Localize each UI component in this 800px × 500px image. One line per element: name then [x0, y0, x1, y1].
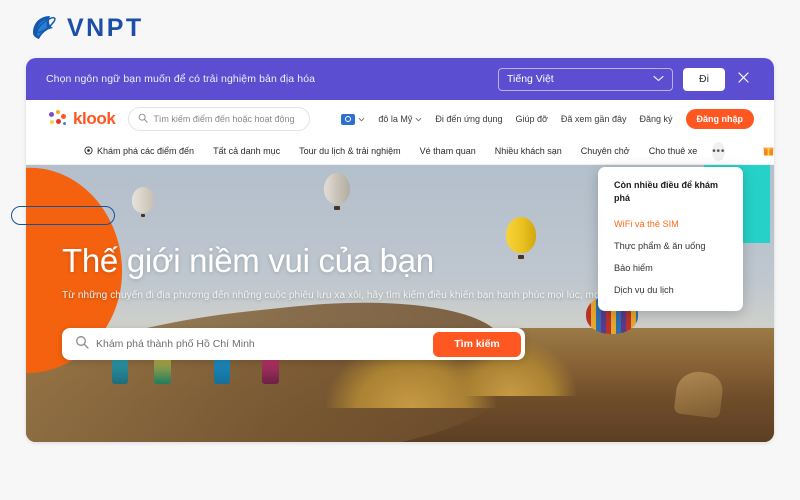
- vnpt-brand: VNPT: [28, 13, 144, 43]
- dropdown-item-travel-services[interactable]: Dịch vụ du lịch: [598, 279, 743, 301]
- menu-item-all-categories[interactable]: Tất cả danh mục: [213, 146, 280, 156]
- dropdown-item-food-drink[interactable]: Thực phẩm & ăn uống: [598, 235, 743, 257]
- currency-selector[interactable]: đô la Mỹ: [378, 114, 422, 124]
- chevron-down-icon: [653, 73, 664, 85]
- nav-item-help[interactable]: Giúp đỡ: [516, 114, 548, 124]
- nav-item-signup[interactable]: Đăng ký: [639, 114, 672, 124]
- language-banner: Chọn ngôn ngữ bạn muốn để có trải nghiệm…: [26, 58, 774, 100]
- language-go-button[interactable]: Đi: [683, 68, 725, 91]
- hero-search-button[interactable]: Tìm kiếm: [433, 332, 521, 357]
- hero-search-placeholder: Khám phá thành phố Hồ Chí Minh: [96, 338, 255, 350]
- header-search-input[interactable]: Tìm kiếm điểm đến hoặc hoạt động: [128, 107, 310, 131]
- header-nav: đô la Mỹ Đi đến ứng dụng Giúp đỡ Đã xem …: [341, 109, 754, 129]
- search-icon: [138, 113, 148, 125]
- category-menu: Khám phá các điểm đến Tất cả danh mục To…: [26, 138, 774, 165]
- klook-logo[interactable]: klook: [48, 109, 115, 129]
- menu-item-label: Khám phá các điểm đến: [97, 146, 194, 156]
- gift-icon: [763, 145, 774, 158]
- location-pin-icon: [84, 146, 93, 157]
- hot-air-balloon: [132, 187, 154, 220]
- language-banner-message: Chọn ngôn ngữ bạn muốn để có trải nghiệm…: [46, 73, 315, 85]
- more-categories-dropdown: Còn nhiều điều để khám phá WiFi và thẻ S…: [598, 167, 743, 311]
- region-selector[interactable]: [341, 114, 365, 125]
- klook-logo-text: klook: [73, 109, 115, 129]
- header-search-placeholder: Tìm kiếm điểm đến hoặc hoạt động: [153, 114, 294, 124]
- close-icon[interactable]: [735, 71, 752, 87]
- nav-item-recently-viewed[interactable]: Đã xem gần đây: [561, 114, 627, 124]
- menu-item-tours[interactable]: Tour du lịch & trải nghiệm: [299, 146, 401, 156]
- vnpt-brand-name: VNPT: [67, 14, 144, 43]
- globe-icon: [341, 114, 355, 125]
- menu-item-attraction-tickets[interactable]: Vé tham quan: [420, 146, 476, 156]
- hot-air-balloon: [324, 173, 350, 213]
- nav-item-app[interactable]: Đi đến ứng dụng: [435, 114, 502, 124]
- klook-logo-dots-icon: [48, 110, 68, 128]
- dropdown-heading: Còn nhiều điều để khám phá: [598, 179, 743, 213]
- language-select[interactable]: Tiếng Việt: [498, 68, 673, 91]
- dropdown-item-insurance[interactable]: Bảo hiểm: [598, 257, 743, 279]
- menu-item-car-rental[interactable]: Cho thuê xe: [649, 146, 698, 156]
- menu-item-explore-destinations[interactable]: Khám phá các điểm đến: [84, 146, 194, 157]
- more-menu-button[interactable]: •••: [712, 142, 725, 161]
- menu-item-hotels[interactable]: Nhiều khách sạn: [495, 146, 562, 156]
- search-icon: [75, 335, 89, 354]
- currency-label: đô la Mỹ: [378, 114, 412, 124]
- menu-item-gift-card[interactable]: Thẻ quà tặng: [763, 145, 774, 158]
- page-root: VNPT Chọn ngôn ngữ bạn muốn để có trải n…: [0, 0, 800, 500]
- menu-item-transport[interactable]: Chuyên chở: [581, 146, 630, 156]
- dropdown-item-wifi-sim[interactable]: WiFi và thẻ SIM: [598, 213, 743, 235]
- site-header: klook Tìm kiếm điểm đến hoặc hoạt động đ…: [26, 100, 774, 138]
- language-select-value: Tiếng Việt: [507, 73, 554, 85]
- hero-search-bar[interactable]: Khám phá thành phố Hồ Chí Minh Tìm kiếm: [62, 328, 525, 360]
- vnpt-comet-icon: [28, 13, 58, 43]
- login-button[interactable]: Đăng nhập: [686, 109, 755, 129]
- language-banner-controls: Tiếng Việt Đi: [498, 68, 752, 91]
